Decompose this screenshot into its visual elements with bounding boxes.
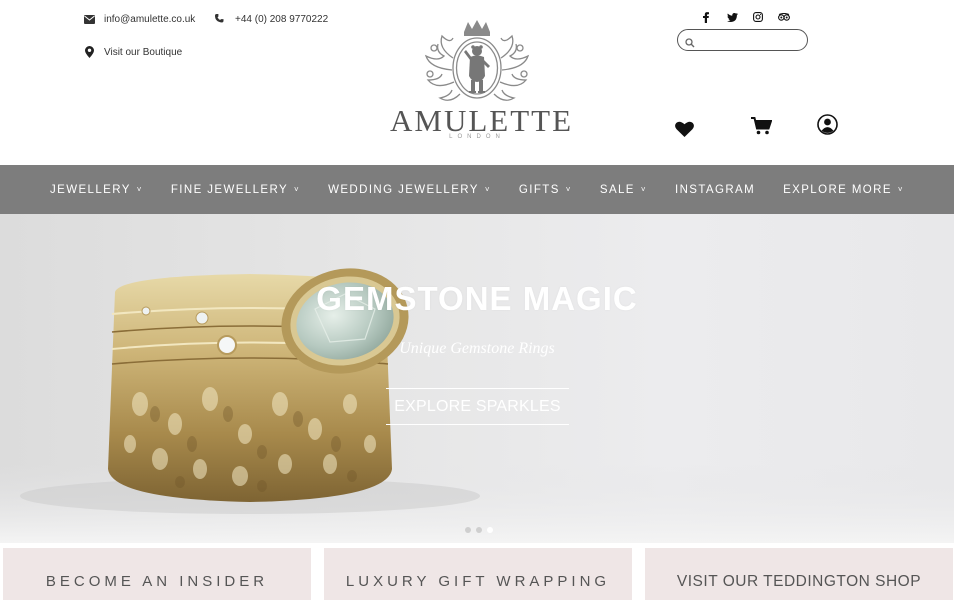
facebook-icon[interactable] bbox=[700, 11, 712, 23]
slider-dot[interactable] bbox=[465, 527, 471, 533]
nav-jewellery[interactable]: JEWELLERY ˅ bbox=[50, 184, 143, 196]
nav-label: JEWELLERY bbox=[49, 183, 131, 196]
nav-fine-jewellery[interactable]: FINE JEWELLERY ˅ bbox=[171, 184, 300, 196]
site-logo[interactable]: AMULETTE LONDON bbox=[390, 18, 574, 148]
nav-sale[interactable]: SALE ˅ bbox=[600, 184, 647, 196]
user-icon[interactable] bbox=[816, 113, 838, 135]
slider-dot-active[interactable] bbox=[487, 527, 493, 533]
feature-title: VISIT OUR TEDDINGTON SHOP bbox=[676, 573, 922, 590]
nav-label: EXPLORE MORE bbox=[783, 183, 892, 196]
site-header: info@amulette.co.uk +44 (0) 208 9770222 … bbox=[0, 0, 954, 165]
brand-name: AMULETTE bbox=[390, 103, 574, 138]
instagram-icon[interactable] bbox=[752, 11, 764, 23]
feature-teddington-shop[interactable]: VISIT OUR TEDDINGTON SHOP bbox=[645, 548, 953, 600]
cart-icon[interactable] bbox=[750, 116, 772, 136]
hero-subtitle: Unique Gemstone Rings bbox=[399, 340, 555, 357]
hero-title: GEMSTONE MAGIC bbox=[316, 280, 638, 317]
nav-instagram[interactable]: INSTAGRAM bbox=[675, 184, 755, 196]
visit-text: Visit our Boutique bbox=[104, 46, 183, 58]
nav-label: FINE JEWELLERY bbox=[170, 183, 289, 196]
nav-label: INSTAGRAM bbox=[674, 183, 756, 196]
search-input[interactable] bbox=[698, 30, 799, 51]
search-icon bbox=[685, 35, 695, 53]
chevron-down-icon: ˅ bbox=[640, 185, 647, 194]
twitter-icon[interactable] bbox=[726, 11, 738, 23]
nav-label: GIFTS bbox=[518, 183, 560, 196]
feature-title: BECOME AN INSIDER bbox=[45, 573, 269, 590]
crest-icon bbox=[424, 20, 530, 101]
social-links bbox=[700, 11, 790, 23]
chevron-down-icon: ˅ bbox=[136, 185, 143, 194]
chevron-down-icon: ˅ bbox=[565, 185, 572, 194]
email-text: info@amulette.co.uk bbox=[104, 13, 196, 25]
main-nav: JEWELLERY ˅ FINE JEWELLERY ˅ WEDDING JEWEL… bbox=[0, 165, 954, 214]
hero-ring-image bbox=[0, 268, 954, 543]
nav-gifts[interactable]: GIFTS ˅ bbox=[519, 184, 572, 196]
hero-slider: GEMSTONE MAGIC Unique Gemstone Rings EXP… bbox=[0, 214, 954, 543]
nav-label: WEDDING JEWELLERY bbox=[328, 183, 479, 196]
tripadvisor-icon[interactable] bbox=[778, 11, 790, 23]
phone-text: +44 (0) 208 9770222 bbox=[235, 13, 329, 25]
email-link[interactable]: info@amulette.co.uk bbox=[83, 13, 195, 25]
feature-boxes: BECOME AN INSIDER LUXURY GIFT WRAPPING V… bbox=[0, 548, 954, 600]
chevron-down-icon: ˅ bbox=[897, 185, 904, 194]
nav-wedding-jewellery[interactable]: WEDDING JEWELLERY ˅ bbox=[328, 184, 491, 196]
visit-boutique-link[interactable]: Visit our Boutique bbox=[83, 46, 182, 58]
nav-label: SALE bbox=[599, 183, 635, 196]
slider-dot[interactable] bbox=[476, 527, 482, 533]
phone-icon bbox=[214, 13, 226, 25]
slider-dots bbox=[465, 527, 493, 533]
feature-gift-wrapping[interactable]: LUXURY GIFT WRAPPING bbox=[324, 548, 632, 600]
nav-explore-more[interactable]: EXPLORE MORE ˅ bbox=[783, 184, 904, 196]
explore-sparkles-button[interactable]: EXPLORE SPARKLES bbox=[386, 388, 569, 425]
feature-title: LUXURY GIFT WRAPPING bbox=[345, 573, 611, 590]
chevron-down-icon: ˅ bbox=[294, 185, 301, 194]
chevron-down-icon: ˅ bbox=[484, 185, 491, 194]
feature-become-insider[interactable]: BECOME AN INSIDER bbox=[3, 548, 311, 600]
heart-icon[interactable] bbox=[674, 119, 694, 139]
map-pin-icon bbox=[83, 46, 95, 58]
search-box bbox=[677, 29, 808, 51]
envelope-icon bbox=[83, 13, 95, 25]
phone-link[interactable]: +44 (0) 208 9770222 bbox=[214, 13, 328, 25]
